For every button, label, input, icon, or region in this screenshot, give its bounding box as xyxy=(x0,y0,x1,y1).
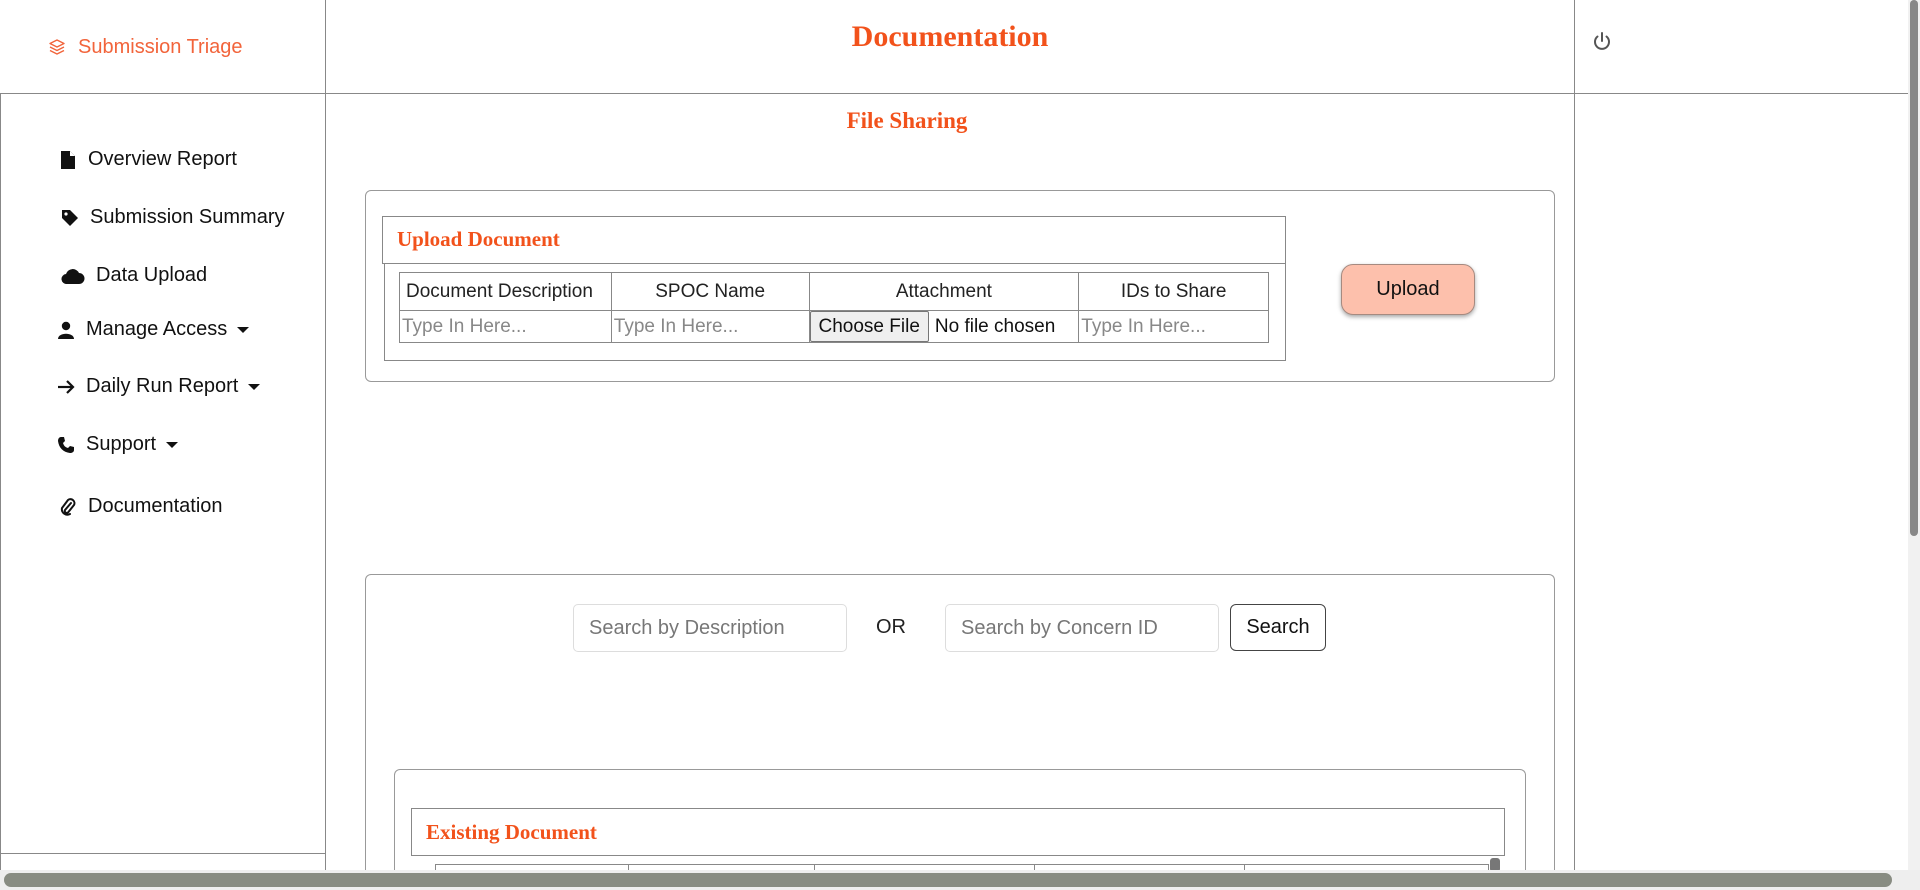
power-icon[interactable] xyxy=(1591,30,1613,52)
existing-document-header: Existing Document xyxy=(411,808,1505,856)
search-concern-id-input[interactable] xyxy=(945,604,1219,652)
upload-body: Document Description SPOC Name Attachmen… xyxy=(384,264,1286,361)
brand[interactable]: Submission Triage xyxy=(0,0,326,94)
no-file-text: No file chosen xyxy=(934,315,1056,337)
or-text: OR xyxy=(876,616,906,638)
brand-label: Submission Triage xyxy=(78,35,243,58)
search-description-input[interactable] xyxy=(573,604,847,652)
sidebar-item-label: Daily Run Report xyxy=(86,375,239,397)
sidebar-item-label: Data Upload xyxy=(96,264,208,286)
horizontal-scrollbar-thumb[interactable] xyxy=(4,873,1892,887)
sidebar-item-label: Support xyxy=(86,433,157,455)
description-cell xyxy=(399,310,612,343)
top-bar: Submission Triage Documentation xyxy=(0,0,1908,94)
table-header-row: Document Description SPOC Name Attachmen… xyxy=(399,272,1269,311)
sidebar-item-label: Manage Access xyxy=(86,318,228,340)
ids-to-share-input[interactable] xyxy=(1079,311,1268,342)
column-header: Attachment xyxy=(808,272,1080,311)
upload-table: Document Description SPOC Name Attachmen… xyxy=(399,272,1269,343)
section-title: File Sharing xyxy=(846,108,968,133)
document-description-input[interactable] xyxy=(400,311,611,342)
sidebar-item-label: Overview Report xyxy=(88,148,237,170)
attachment-cell: Choose File No file chosen xyxy=(808,310,1080,343)
sidebar-item-label: Submission Summary xyxy=(90,206,285,228)
ids-cell xyxy=(1078,310,1269,343)
sidebar-item-data-upload[interactable]: Data Upload xyxy=(60,264,207,287)
column-header: IDs to Share xyxy=(1078,272,1269,311)
sidebar-item-daily-run-report[interactable]: Daily Run Report xyxy=(56,375,261,398)
right-column xyxy=(1574,94,1908,870)
upload-button[interactable]: Upload xyxy=(1341,264,1475,315)
chevron-down-icon xyxy=(237,326,250,333)
sidebar-item-documentation[interactable]: Documentation xyxy=(58,495,223,518)
table-row: Choose File No file chosen xyxy=(399,310,1269,343)
vertical-scrollbar[interactable] xyxy=(1908,0,1920,870)
tag-icon xyxy=(60,209,80,227)
choose-file-button[interactable]: Choose File xyxy=(809,311,929,342)
phone-icon xyxy=(56,436,76,454)
sidebar-item-manage-access[interactable]: Manage Access xyxy=(56,318,250,341)
file-input: Choose File No file chosen xyxy=(809,311,1079,342)
cloud-icon xyxy=(60,268,86,284)
horizontal-scrollbar[interactable] xyxy=(0,870,1920,890)
column-header: Document Description xyxy=(399,272,612,311)
sidebar-item-overview-report[interactable]: Overview Report xyxy=(58,148,237,171)
spoc-cell xyxy=(610,310,810,343)
file-icon xyxy=(58,150,78,169)
sidebar-item-support[interactable]: Support xyxy=(56,433,179,456)
arrow-right-icon xyxy=(56,379,76,395)
spoc-name-input[interactable] xyxy=(611,311,809,342)
divider xyxy=(0,853,326,854)
page-title: Documentation xyxy=(851,20,1049,53)
upload-document-header: Upload Document xyxy=(382,216,1286,264)
column-header: SPOC Name xyxy=(610,272,810,311)
top-right-area xyxy=(1574,0,1908,94)
search-button[interactable]: Search xyxy=(1230,604,1326,651)
chevron-down-icon xyxy=(248,383,261,390)
user-icon xyxy=(56,321,76,339)
chevron-down-icon xyxy=(166,441,179,448)
sidebar-item-label: Documentation xyxy=(88,495,223,517)
layers-icon xyxy=(49,39,65,55)
sidebar-item-submission-summary[interactable]: Submission Summary xyxy=(60,206,285,229)
paperclip-icon xyxy=(58,497,78,517)
vertical-scrollbar-thumb[interactable] xyxy=(1910,0,1918,536)
